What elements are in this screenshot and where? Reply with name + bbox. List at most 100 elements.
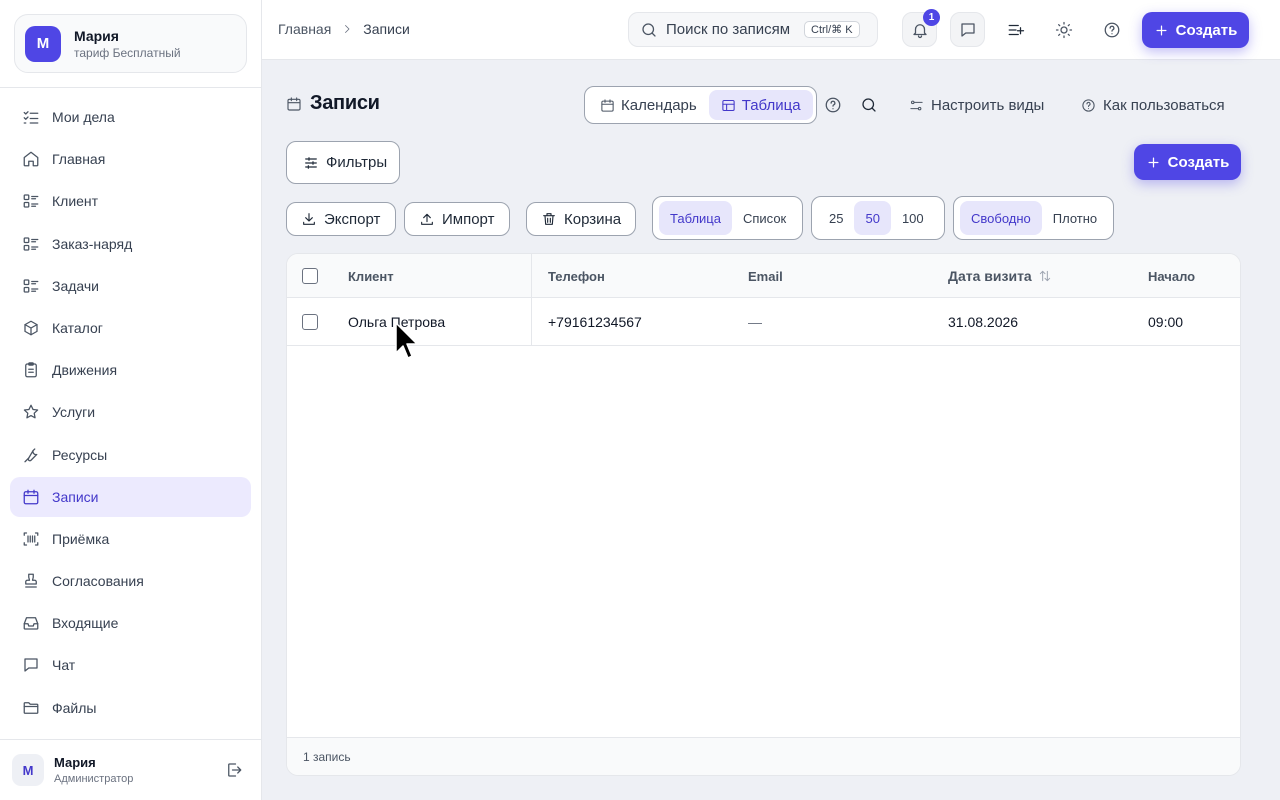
sidebar-item-my-tasks[interactable]: Мои дела — [10, 97, 251, 137]
page-size-100[interactable]: 100 — [891, 201, 935, 235]
sidebar-item-files[interactable]: Файлы — [10, 688, 251, 728]
density-loose-option[interactable]: Свободно — [960, 201, 1042, 235]
calendar-icon — [23, 489, 39, 505]
upload-icon — [421, 213, 433, 225]
sidebar-divider — [0, 739, 262, 740]
sidebar-item-approvals[interactable]: Согласования — [10, 561, 251, 601]
table-footer: 1 запись — [287, 737, 1240, 775]
breadcrumb-home[interactable]: Главная — [278, 21, 331, 37]
trash-icon — [543, 213, 555, 225]
column-header-client[interactable]: Клиент — [348, 254, 394, 298]
sidebar-item-chat[interactable]: Чат — [10, 645, 251, 685]
select-all-checkbox[interactable] — [302, 268, 318, 284]
sidebar-item-label: Приёмка — [52, 530, 110, 547]
add-to-list-button[interactable] — [998, 12, 1033, 47]
notification-badge: 1 — [923, 9, 940, 26]
sidebar-item-catalog[interactable]: Каталог — [10, 308, 251, 348]
sidebar-item-client[interactable]: Клиент — [10, 181, 251, 221]
filters-label: Фильтры — [326, 154, 388, 171]
search-box[interactable]: Ctrl/⌘ K — [628, 12, 878, 47]
sidebar-item-work-order[interactable]: Заказ-наряд — [10, 224, 251, 264]
display-mode-switcher: Таблица Список — [652, 196, 803, 240]
sidebar-item-label: Главная — [52, 151, 106, 168]
mouse-cursor-icon — [395, 322, 418, 359]
density-switcher: Свободно Плотно — [953, 196, 1114, 240]
sidebar-item-inbox[interactable]: Входящие — [10, 603, 251, 643]
avatar: М — [12, 754, 44, 786]
user-profile[interactable]: М Мария Администратор — [12, 752, 247, 788]
calendar-icon — [601, 98, 614, 112]
export-button[interactable]: Экспорт — [286, 202, 396, 236]
help-circle-icon[interactable] — [824, 96, 842, 114]
messages-button[interactable] — [950, 12, 985, 47]
sliders-icon — [910, 100, 923, 110]
folder-icon — [23, 701, 39, 714]
view-table-tab[interactable]: Таблица — [708, 90, 813, 120]
sidebar-divider — [0, 87, 262, 88]
view-calendar-tab[interactable]: Календарь — [588, 90, 709, 120]
breadcrumb-current: Записи — [363, 21, 410, 37]
search-icon[interactable] — [860, 96, 878, 114]
trash-label: Корзина — [564, 210, 622, 228]
row-checkbox[interactable] — [302, 314, 318, 330]
sidebar: М Мария тариф Бесплатный Мои дела Главна… — [0, 0, 262, 800]
list-plus-icon — [1008, 24, 1024, 35]
table-row[interactable]: Ольга Петрова +79161234567 — 31.08.2026 … — [287, 298, 1240, 346]
column-header-phone[interactable]: Телефон — [548, 254, 605, 298]
create-record-label: Создать — [1167, 153, 1230, 171]
sidebar-item-label: Заказ-наряд — [52, 235, 133, 252]
account-plan: тариф Бесплатный — [74, 45, 181, 60]
sidebar-item-appointments[interactable]: Записи — [10, 476, 251, 517]
column-header-visit-date-label: Дата визита — [948, 268, 1032, 284]
how-to-use-button[interactable]: Как пользоваться — [1081, 86, 1225, 124]
import-label: Импорт — [442, 210, 495, 228]
sidebar-item-movements[interactable]: Движения — [10, 350, 251, 390]
page-size-switcher: 25 50 100 — [811, 196, 945, 240]
page-size-25[interactable]: 25 — [818, 201, 854, 235]
table-icon — [722, 99, 735, 111]
mode-list-option[interactable]: Список — [732, 201, 797, 235]
create-record-button[interactable]: Создать — [1134, 144, 1241, 180]
sidebar-item-receiving[interactable]: Приёмка — [10, 519, 251, 559]
trash-button[interactable]: Корзина — [526, 202, 636, 236]
export-label: Экспорт — [324, 210, 381, 228]
configure-views-label: Настроить виды — [931, 96, 1045, 114]
table-header: Клиент Телефон Email Дата визита Начало — [287, 254, 1240, 298]
topbar-create-button[interactable]: Создать — [1142, 12, 1249, 48]
import-button[interactable]: Импорт — [404, 202, 510, 236]
mode-table-option[interactable]: Таблица — [659, 201, 732, 235]
cell-phone: +79161234567 — [548, 313, 642, 330]
notifications-button[interactable]: 1 — [902, 9, 940, 47]
calendar-icon — [287, 96, 301, 111]
configure-views-button[interactable]: Настроить виды — [909, 86, 1044, 124]
sidebar-item-label: Каталог — [52, 319, 103, 336]
help-button[interactable] — [1094, 12, 1129, 47]
column-header-visit-date[interactable]: Дата визита — [948, 254, 1052, 298]
list-check-icon — [23, 111, 39, 124]
search-shortcut: Ctrl/⌘ K — [804, 21, 860, 38]
search-input[interactable] — [666, 21, 796, 38]
inbox-icon — [23, 617, 39, 630]
sidebar-item-services[interactable]: Услуги — [10, 392, 251, 432]
sidebar-item-label: Входящие — [52, 615, 119, 632]
page-size-50[interactable]: 50 — [854, 201, 891, 235]
column-header-email[interactable]: Email — [748, 254, 783, 298]
topbar: Главная Записи Ctrl/⌘ K 1 Создать — [262, 0, 1280, 60]
sidebar-item-label: Чат — [52, 657, 76, 674]
cell-visit-date: 31.08.2026 — [948, 313, 1019, 330]
account-switcher[interactable]: М Мария тариф Бесплатный — [14, 14, 247, 73]
sort-icon[interactable] — [1038, 269, 1052, 283]
sidebar-item-resources[interactable]: Ресурсы — [10, 435, 251, 475]
help-circle-icon — [1082, 98, 1095, 112]
sidebar-item-home[interactable]: Главная — [10, 139, 251, 179]
page-title-text: Записи — [310, 92, 380, 114]
sidebar-item-label: Клиент — [52, 193, 99, 210]
density-compact-option[interactable]: Плотно — [1042, 201, 1108, 235]
sidebar-item-tasks[interactable]: Задачи — [10, 266, 251, 306]
logout-icon[interactable] — [225, 761, 243, 779]
theme-toggle-button[interactable] — [1046, 12, 1081, 47]
filters-button[interactable]: Фильтры — [286, 141, 400, 184]
record-count: 1 запись — [303, 749, 351, 764]
column-header-start[interactable]: Начало — [1148, 254, 1195, 298]
sidebar-item-label: Ресурсы — [52, 446, 108, 463]
